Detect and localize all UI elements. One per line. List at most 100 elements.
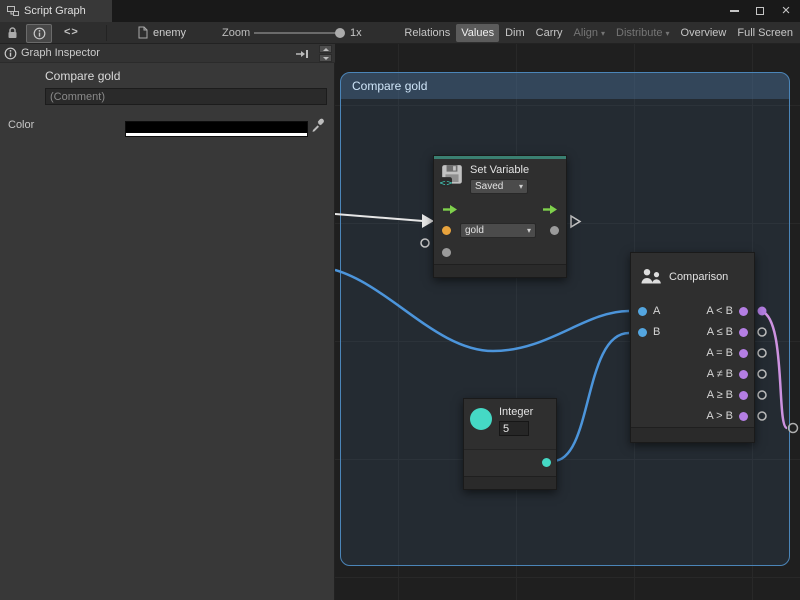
dock-panel-icon[interactable] xyxy=(295,48,309,60)
graph-toolbar: <> enemy Zoom 1x Relations Values Dim Ca… xyxy=(0,22,800,44)
comparison-header: Comparison xyxy=(631,253,754,301)
close-button[interactable]: × xyxy=(780,5,792,17)
zoom-slider-handle[interactable] xyxy=(335,28,345,38)
comparison-row: A > B xyxy=(631,406,754,427)
output-label: A ≤ B xyxy=(707,326,733,338)
input-port-b[interactable] xyxy=(638,328,647,337)
relations-button[interactable]: Relations xyxy=(399,24,455,42)
input-label-b: B xyxy=(653,326,660,338)
variable-port-row: gold ▾ xyxy=(434,220,566,242)
maximize-button[interactable] xyxy=(754,5,766,17)
variable-kind-value: Saved xyxy=(475,181,503,192)
node-title: Comparison xyxy=(669,271,728,283)
comparison-row: B A ≤ B xyxy=(631,322,754,343)
output-label: A = B xyxy=(706,347,733,359)
toolbar-buttons: Relations Values Dim Carry Align▾ Distri… xyxy=(399,22,798,44)
full-screen-button[interactable]: Full Screen xyxy=(732,24,798,42)
save-variable-icon: <> xyxy=(440,164,464,188)
svg-text:<>: <> xyxy=(440,177,453,187)
graph-asset-icon xyxy=(138,26,148,39)
variable-kind-dropdown[interactable]: Saved ▾ xyxy=(470,179,528,194)
distribute-label: Distribute xyxy=(616,27,662,39)
flow-port-row xyxy=(434,198,566,220)
comparison-row: A ≠ B xyxy=(631,364,754,385)
info-icon xyxy=(4,47,17,60)
comment-input[interactable] xyxy=(45,88,327,105)
minimize-icon xyxy=(730,10,739,12)
alpha-bar xyxy=(126,133,307,136)
graph-asset-name: enemy xyxy=(153,27,186,39)
group-title: Compare gold xyxy=(352,79,427,93)
scroll-down-button[interactable] xyxy=(319,54,332,62)
input-label-a: A xyxy=(653,305,660,317)
input-value-port[interactable] xyxy=(442,248,451,257)
flow-out-arrow-icon[interactable] xyxy=(542,204,558,215)
chevron-down-icon: ▾ xyxy=(666,29,670,38)
graph-title: Compare gold xyxy=(45,69,120,83)
comparison-row: A = B xyxy=(631,343,754,364)
color-swatch[interactable] xyxy=(125,121,308,137)
node-set-variable[interactable]: <> Set Variable Saved ▾ gol xyxy=(433,155,567,278)
output-label: A ≠ B xyxy=(707,368,733,380)
variable-port-icon[interactable] xyxy=(442,226,451,235)
titlebar: Script Graph × xyxy=(0,0,800,22)
inspector-toggle-button[interactable] xyxy=(26,24,52,43)
dim-button[interactable]: Dim xyxy=(500,24,530,42)
chevron-down-icon: ▾ xyxy=(519,182,523,191)
chevron-down-icon: ▾ xyxy=(527,226,531,235)
script-graph-icon xyxy=(7,5,19,17)
node-integer[interactable]: Integer xyxy=(463,398,557,490)
comparison-icon xyxy=(639,267,663,288)
graph-canvas[interactable]: Compare gold <> xyxy=(335,44,800,600)
align-dropdown-button[interactable]: Align▾ xyxy=(569,24,610,42)
integer-value-input[interactable] xyxy=(499,421,529,436)
output-port-a-ne-b[interactable] xyxy=(739,370,748,379)
zoom-slider[interactable] xyxy=(254,32,340,34)
graph-asset-reference[interactable]: enemy xyxy=(138,26,186,39)
input-port-row xyxy=(434,242,566,264)
tab-script-graph[interactable]: Script Graph xyxy=(0,0,112,22)
integer-header: Integer xyxy=(464,399,556,449)
lock-icon[interactable] xyxy=(6,26,19,40)
flow-in-arrow-icon[interactable] xyxy=(442,204,458,215)
output-label: A < B xyxy=(706,305,733,317)
node-footer xyxy=(631,427,754,442)
align-label: Align xyxy=(574,27,598,39)
toolbar-separator xyxy=(106,25,107,41)
code-view-icon[interactable]: <> xyxy=(64,26,79,38)
chevron-down-icon: ▾ xyxy=(601,29,605,38)
output-port-a-lt-b[interactable] xyxy=(739,307,748,316)
distribute-dropdown-button[interactable]: Distribute ▾ xyxy=(611,24,674,42)
integer-output-port[interactable] xyxy=(542,458,551,467)
comparison-row: A ≥ B xyxy=(631,385,754,406)
graph-inspector-panel: Graph Inspector Compare gold Color xyxy=(0,44,335,600)
output-port-a-ge-b[interactable] xyxy=(739,391,748,400)
node-title: Set Variable xyxy=(470,164,529,176)
output-port-a-eq-b[interactable] xyxy=(739,349,748,358)
zoom-value: 1x xyxy=(350,27,362,39)
maximize-icon xyxy=(756,7,764,15)
eyedropper-icon[interactable] xyxy=(311,118,325,132)
output-port-a-le-b[interactable] xyxy=(739,328,748,337)
input-port-a[interactable] xyxy=(638,307,647,316)
node-comparison[interactable]: Comparison A A < B B A ≤ B A = B A ≠ B A… xyxy=(630,252,755,443)
overview-button[interactable]: Overview xyxy=(676,24,732,42)
output-port-a-gt-b[interactable] xyxy=(739,412,748,421)
set-variable-header: <> Set Variable Saved ▾ xyxy=(434,159,566,198)
output-value-port[interactable] xyxy=(550,226,559,235)
group-header[interactable]: Compare gold xyxy=(341,73,789,99)
scroll-up-button[interactable] xyxy=(319,45,332,53)
output-label: A ≥ B xyxy=(707,389,733,401)
minimize-button[interactable] xyxy=(728,5,740,17)
variable-name-value: gold xyxy=(465,225,484,236)
integer-output-row xyxy=(464,449,556,476)
values-button[interactable]: Values xyxy=(456,24,499,42)
color-label: Color xyxy=(8,119,34,131)
output-label: A > B xyxy=(706,410,733,422)
variable-name-dropdown[interactable]: gold ▾ xyxy=(460,223,536,238)
window-controls: × xyxy=(728,0,792,22)
zoom-label: Zoom xyxy=(222,27,250,39)
graph-inspector-header: Graph Inspector xyxy=(0,44,335,63)
node-title: Integer xyxy=(499,406,533,418)
carry-button[interactable]: Carry xyxy=(531,24,568,42)
